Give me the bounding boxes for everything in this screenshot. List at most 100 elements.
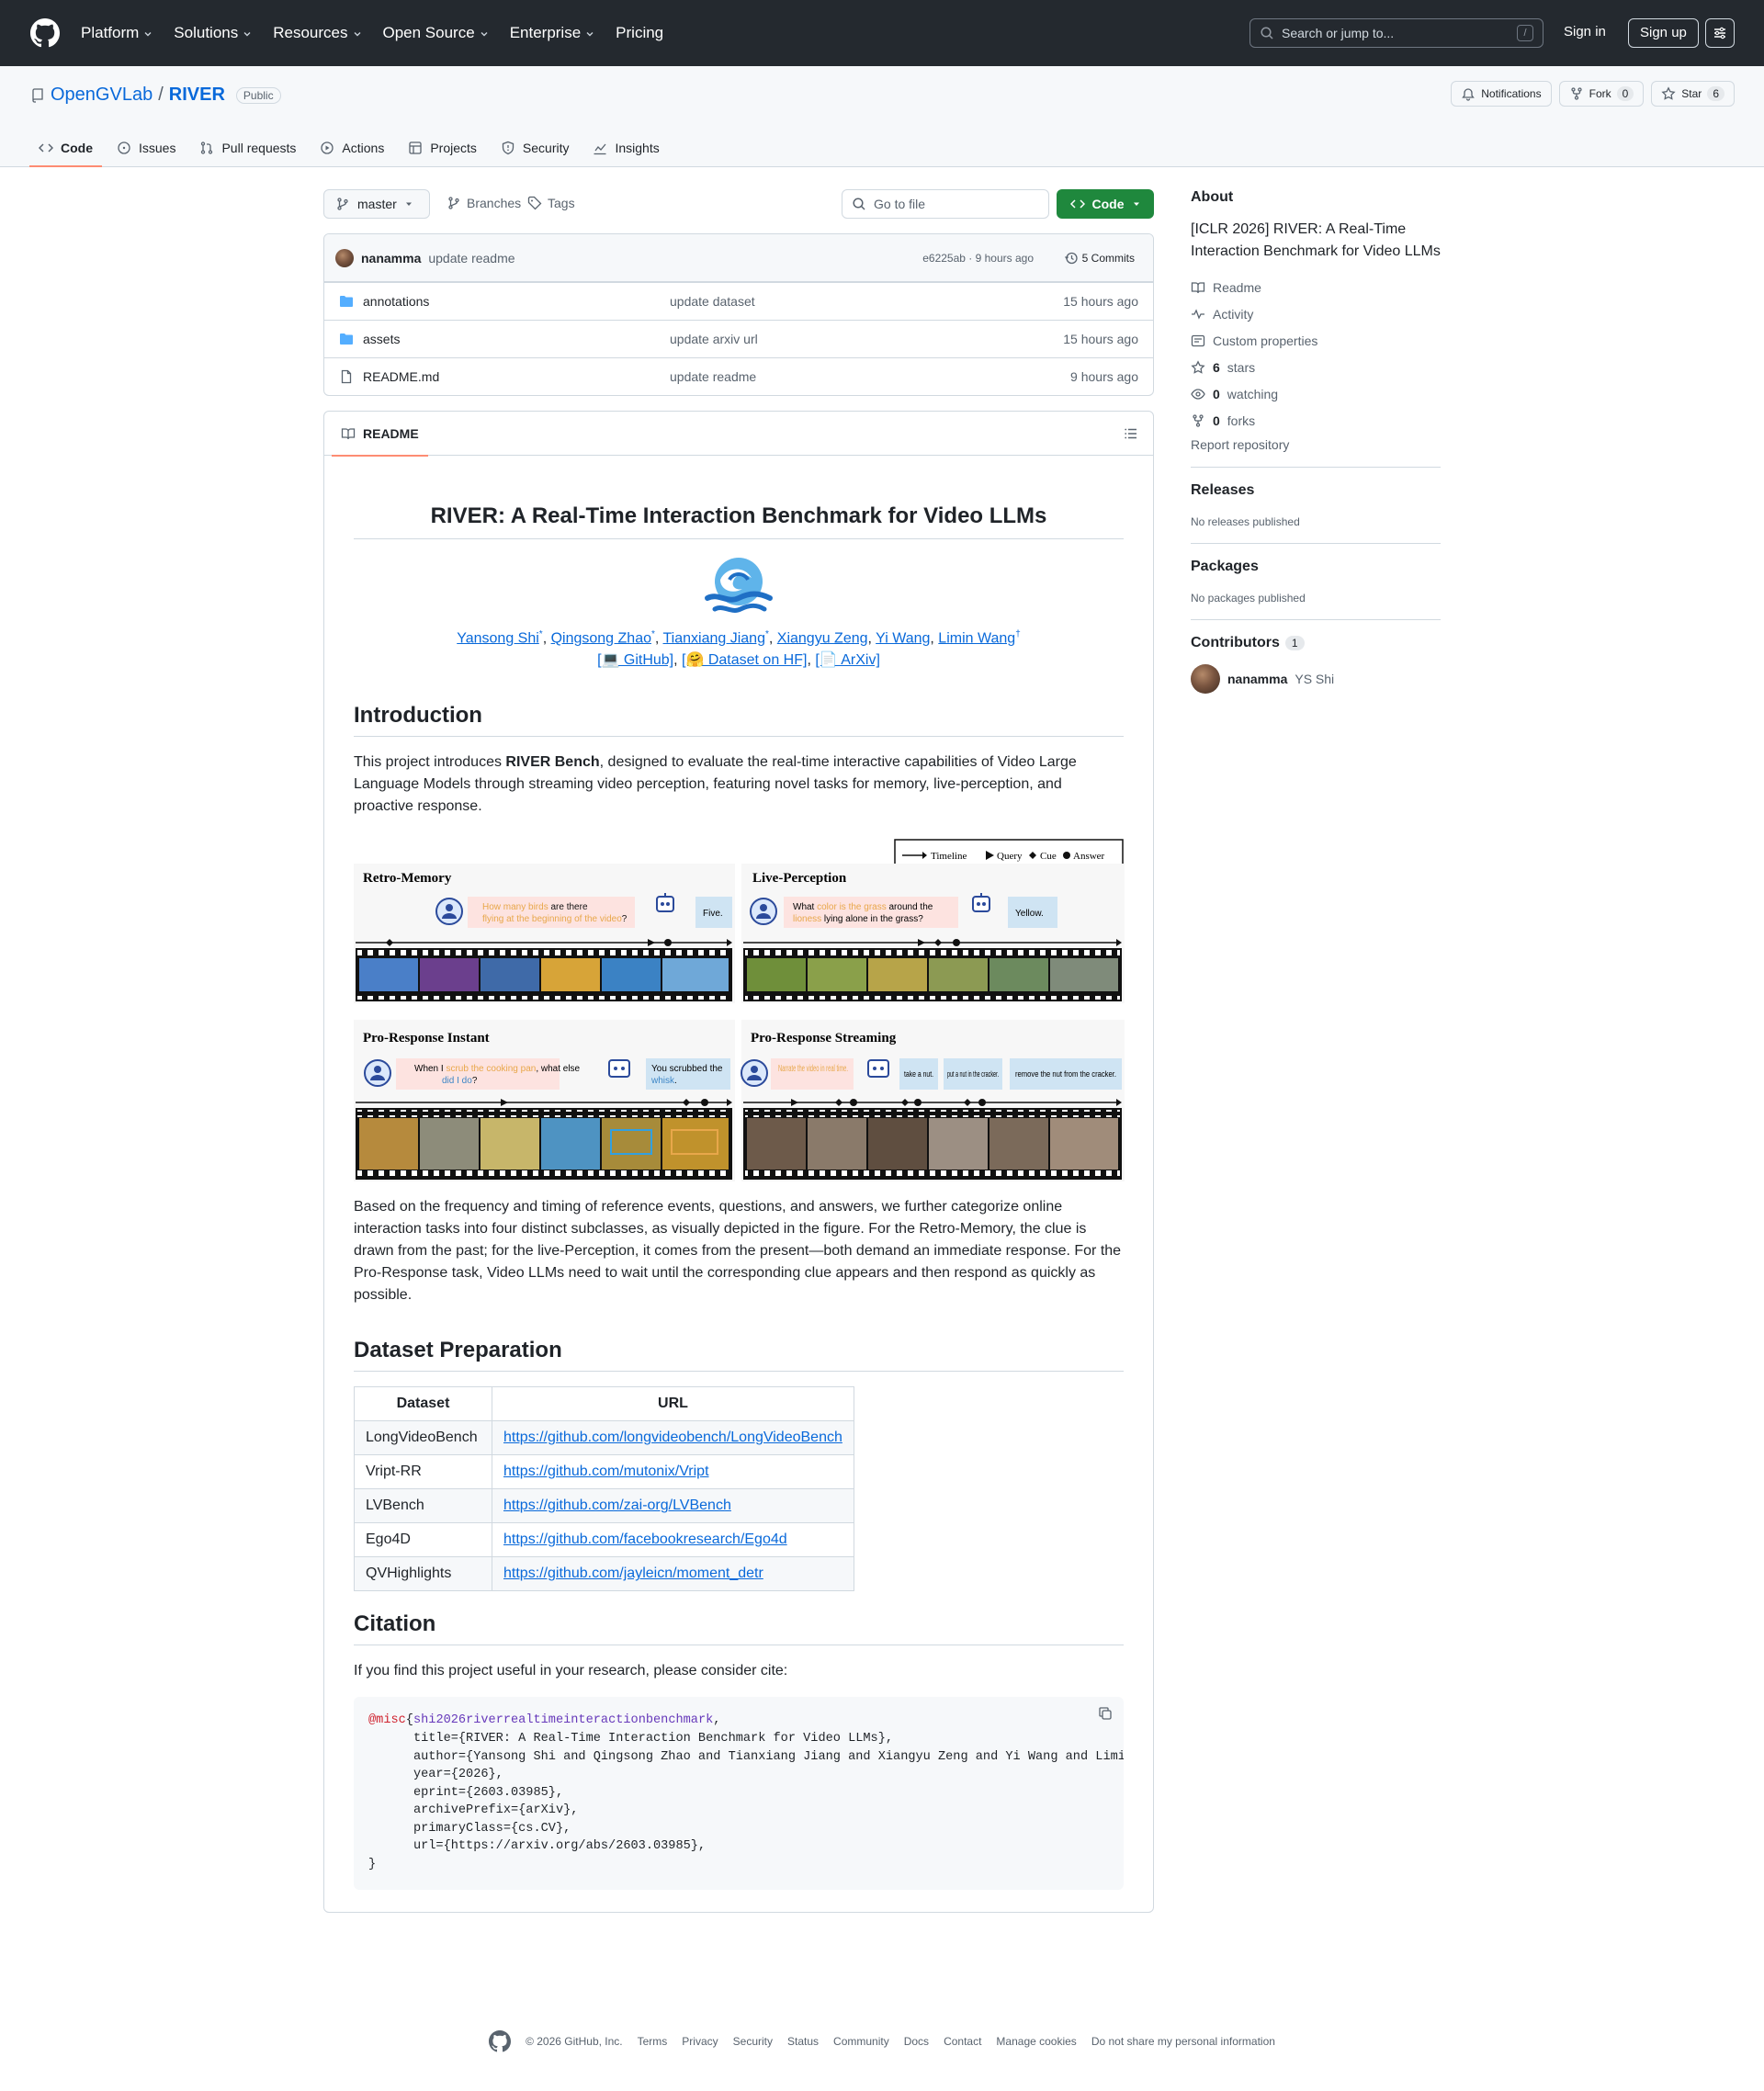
intro-pre: This project introduces xyxy=(354,754,506,771)
commit-message[interactable]: update readme xyxy=(428,251,514,266)
releases-heading[interactable]: Releases xyxy=(1191,482,1441,499)
branches-link[interactable]: Branches xyxy=(447,196,521,210)
tab-actions[interactable]: Actions xyxy=(311,129,393,167)
go-to-file-input[interactable]: Go to file xyxy=(842,189,1049,219)
search-input[interactable]: Search or jump to... / xyxy=(1250,18,1544,48)
footer-link-docs[interactable]: Docs xyxy=(904,2035,929,2048)
nav-open-source[interactable]: Open Source xyxy=(383,24,490,42)
contributor-login: nanamma xyxy=(1227,672,1288,686)
file-name[interactable]: annotations xyxy=(363,294,670,309)
footer-link-do-not-share[interactable]: Do not share my personal information xyxy=(1091,2035,1275,2048)
table-row: LongVideoBench https://github.com/longvid… xyxy=(354,1420,854,1456)
watching-label: watching xyxy=(1227,386,1279,401)
eye-icon xyxy=(1191,388,1205,400)
tab-insights[interactable]: Insights xyxy=(583,129,668,167)
repo-name-link[interactable]: RIVER xyxy=(169,85,225,106)
dataset-url[interactable]: https://github.com/jayleicn/moment_detr xyxy=(503,1565,763,1581)
author-link[interactable]: Yi Wang xyxy=(876,630,930,646)
avatar[interactable] xyxy=(1191,664,1220,694)
packages-heading[interactable]: Packages xyxy=(1191,559,1441,575)
star-button[interactable]: Star 6 xyxy=(1651,81,1735,107)
sign-in-link[interactable]: Sign in xyxy=(1564,24,1606,40)
commit-author[interactable]: nanamma xyxy=(361,251,421,266)
contributor-item[interactable]: nanamma YS Shi xyxy=(1191,664,1441,694)
github-mark-icon[interactable] xyxy=(489,2030,512,2052)
file-name[interactable]: assets xyxy=(363,332,670,346)
footer-link-status[interactable]: Status xyxy=(787,2035,819,2048)
readme-tab[interactable]: README xyxy=(332,412,428,457)
github-link[interactable]: [💻 GitHub] xyxy=(597,652,673,668)
forks-link[interactable]: 0 forks xyxy=(1191,407,1441,434)
avatar[interactable] xyxy=(335,248,354,267)
sign-up-button[interactable]: Sign up xyxy=(1628,18,1699,48)
footer-link-privacy[interactable]: Privacy xyxy=(682,2035,718,2048)
file-name[interactable]: README.md xyxy=(363,369,670,384)
nav-enterprise[interactable]: Enterprise xyxy=(510,24,595,42)
appearance-settings-button[interactable] xyxy=(1705,18,1735,48)
play-icon xyxy=(321,141,334,154)
tab-security[interactable]: Security xyxy=(492,129,579,167)
file-commit-message[interactable]: update arxiv url xyxy=(670,332,758,346)
file-commit-message[interactable]: update readme xyxy=(670,369,756,384)
author-link[interactable]: Xiangyu Zeng xyxy=(777,630,868,646)
stars-link[interactable]: 6 stars xyxy=(1191,354,1441,380)
tab-issues[interactable]: Issues xyxy=(107,129,185,167)
dataset-url[interactable]: https://github.com/mutonix/Vript xyxy=(503,1464,709,1479)
fig-q1b: are there xyxy=(548,902,588,912)
tags-link[interactable]: Tags xyxy=(527,196,575,210)
tab-pull-requests[interactable]: Pull requests xyxy=(190,129,305,167)
tab-projects[interactable]: Projects xyxy=(399,129,486,167)
tab-label: Issues xyxy=(139,141,176,155)
nav-resources[interactable]: Resources xyxy=(273,24,362,42)
arxiv-link[interactable]: [📄 ArXiv] xyxy=(815,652,880,668)
commits-link[interactable]: 5 Commits xyxy=(1064,251,1135,266)
search-placeholder: Search or jump to... xyxy=(1282,26,1395,40)
bib-type: @misc xyxy=(368,1713,406,1728)
fork-button[interactable]: Fork 0 xyxy=(1558,81,1645,107)
code-button[interactable]: Code xyxy=(1057,189,1154,219)
huggingface-link[interactable]: [🤗 Dataset on HF] xyxy=(682,652,807,668)
nav-pricing[interactable]: Pricing xyxy=(616,24,663,42)
footer-link-terms[interactable]: Terms xyxy=(638,2035,668,2048)
legend-timeline: Timeline xyxy=(931,851,967,862)
branch-selector[interactable]: master xyxy=(323,189,430,219)
author-link[interactable]: Limin Wang xyxy=(938,630,1015,646)
repo-tabs: Code Issues Pull requests Actions Projec… xyxy=(29,129,669,167)
file-commit-message[interactable]: update dataset xyxy=(670,294,755,309)
tab-label: Code xyxy=(61,141,93,155)
contributors-heading[interactable]: Contributors 1 xyxy=(1191,635,1441,651)
file-row[interactable]: README.md update readme 9 hours ago xyxy=(324,357,1153,395)
notifications-button[interactable]: Notifications xyxy=(1451,81,1552,107)
dataset-url[interactable]: https://github.com/facebookresearch/Ego4… xyxy=(503,1532,787,1547)
outline-button[interactable] xyxy=(1124,426,1138,441)
github-logo-icon[interactable] xyxy=(30,18,60,48)
nav-platform[interactable]: Platform xyxy=(81,24,153,42)
author-link[interactable]: Yansong Shi xyxy=(457,630,539,646)
footer-link-contact[interactable]: Contact xyxy=(944,2035,981,2048)
copy-button[interactable] xyxy=(1098,1706,1113,1721)
fig-q2b: color is the grass xyxy=(817,902,887,912)
readme-link[interactable]: Readme xyxy=(1191,274,1441,300)
panel-title: Pro-Response Streaming xyxy=(751,1031,897,1046)
dataset-url[interactable]: https://github.com/zai-org/LVBench xyxy=(503,1498,731,1513)
repo-separator: / xyxy=(158,85,164,105)
tab-code[interactable]: Code xyxy=(29,129,102,167)
activity-link[interactable]: Activity xyxy=(1191,300,1441,327)
commit-hash-time[interactable]: e6225ab · 9 hours ago xyxy=(922,252,1034,265)
branches-label: Branches xyxy=(467,196,522,210)
tab-label: Projects xyxy=(430,141,477,155)
file-row[interactable]: annotations update dataset 15 hours ago xyxy=(324,282,1153,320)
dataset-url[interactable]: https://github.com/longvideobench/LongVi… xyxy=(503,1430,842,1445)
report-repository-link[interactable]: Report repository xyxy=(1191,437,1441,452)
repo-owner-link[interactable]: OpenGVLab xyxy=(51,85,153,106)
author-link[interactable]: Qingsong Zhao xyxy=(551,630,651,646)
author-link[interactable]: Tianxiang Jiang xyxy=(663,630,765,646)
file-row[interactable]: assets update arxiv url 15 hours ago xyxy=(324,320,1153,357)
custom-properties-link[interactable]: Custom properties xyxy=(1191,327,1441,354)
watching-link[interactable]: 0 watching xyxy=(1191,380,1441,407)
footer-link-manage-cookies[interactable]: Manage cookies xyxy=(996,2035,1076,2048)
nav-solutions[interactable]: Solutions xyxy=(174,24,253,42)
star-label: Star xyxy=(1681,87,1702,100)
footer-link-community[interactable]: Community xyxy=(833,2035,889,2048)
footer-link-security[interactable]: Security xyxy=(733,2035,773,2048)
